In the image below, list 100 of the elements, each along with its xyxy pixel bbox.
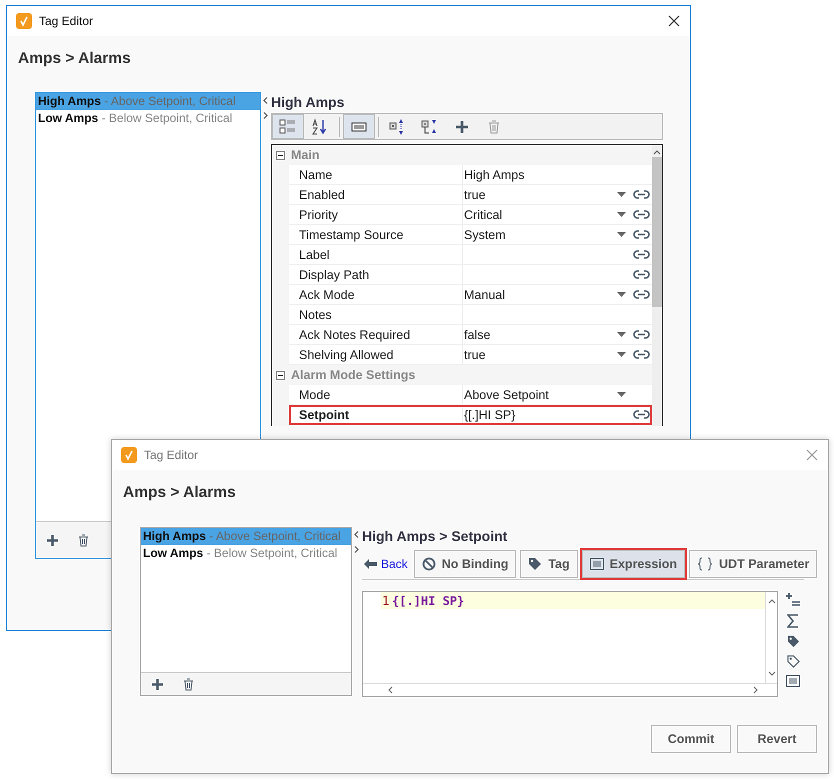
close-icon[interactable] [668,15,680,27]
property-name: Notes [289,305,463,324]
binding-option-button[interactable]: UDT Parameter [689,550,818,578]
collapse-all-icon [421,118,439,136]
binding-option-button[interactable]: Expression [582,550,686,578]
property-name: Ack Notes Required [289,325,463,344]
trash-icon[interactable] [78,534,89,546]
binding-option-button[interactable]: Tag [520,550,578,578]
scrollbar[interactable] [652,145,662,426]
add-line-icon[interactable] [786,593,800,607]
categorized-button[interactable] [272,114,304,139]
scrollbar[interactable] [363,683,777,696]
link-icon[interactable] [632,210,650,219]
categorized-icon [279,118,297,136]
property-name: Shelving Allowed [289,345,463,364]
tag-outline-icon[interactable] [786,655,800,668]
back-arrow-icon[interactable] [364,559,377,569]
property-value: Critical [464,208,502,222]
line-number: 1 [381,593,391,608]
property-row[interactable]: Priority Critical [289,205,652,225]
property-value: Manual [464,288,505,302]
property-row[interactable]: Mode Above Setpoint [289,385,652,405]
link-icon[interactable] [632,410,650,419]
property-value: System [464,228,506,242]
property-name: Ack Mode [289,285,463,304]
commit-button[interactable]: Commit [651,725,731,753]
property-row[interactable]: Ack Mode Manual [289,285,652,305]
scroll-up-icon[interactable] [653,149,661,155]
alarm-list-item[interactable]: Low Amps - Below Setpoint, Critical [36,110,260,127]
revert-button[interactable]: Revert [737,725,817,753]
link-icon[interactable] [632,230,650,239]
alarm-list-item[interactable]: Low Amps - Below Setpoint, Critical [141,545,351,562]
property-name: Name [289,165,463,184]
link-icon[interactable] [632,350,650,359]
property-value: {[.]HI SP} [464,408,516,422]
add-icon[interactable] [46,534,59,546]
group-header: Main [291,148,320,162]
alarm-list-item[interactable]: High Amps - Above Setpoint, Critical [36,93,260,110]
dropdown-arrow-icon[interactable] [617,232,626,237]
add-icon[interactable] [151,678,164,690]
link-icon[interactable] [632,270,650,279]
property-row[interactable]: Ack Notes Required false [289,325,652,345]
link-icon[interactable] [632,250,650,259]
app-icon [121,447,137,463]
dropdown-arrow-icon[interactable] [617,292,626,297]
scrollbar[interactable] [765,592,777,683]
link-icon[interactable] [632,290,650,299]
property-name: Mode [289,385,463,404]
braces-icon [697,557,714,571]
property-value: true [464,188,486,202]
property-row[interactable]: Name High Amps [289,165,652,185]
property-name: Priority [289,205,463,224]
property-row[interactable]: Timestamp Source System [289,225,652,245]
dropdown-arrow-icon[interactable] [617,352,626,357]
scroll-down-icon[interactable] [768,671,776,677]
property-name: Enabled [289,185,463,204]
group-header: Alarm Mode Settings [291,368,416,382]
breadcrumb-heading: Amps > Alarms [18,50,132,68]
list-icon[interactable] [786,675,800,687]
collapse-toggle-icon[interactable] [276,370,285,380]
property-row[interactable]: Label [289,245,652,265]
chevron-left-icon[interactable] [263,97,268,104]
scroll-up-icon[interactable] [768,598,776,604]
dropdown-arrow-icon[interactable] [617,392,626,397]
no-entry-icon [422,557,436,571]
editor-title: High Amps [271,93,346,112]
property-row[interactable]: Display Path [289,265,652,285]
link-icon[interactable] [632,190,650,199]
editor-title: High Amps > Setpoint [362,527,508,546]
code-editor[interactable]: 1 {[.]HI SP} [362,591,778,697]
chevron-left-icon[interactable] [354,531,359,538]
property-name: Setpoint [289,405,463,424]
alarm-list-item[interactable]: High Amps - Above Setpoint, Critical [141,528,351,545]
binding-option-button[interactable]: No Binding [414,550,516,578]
app-icon [16,13,32,29]
code-line: {[.]HI SP} [392,594,464,608]
sum-icon[interactable] [787,614,799,628]
property-name: Label [289,245,463,264]
dropdown-arrow-icon[interactable] [617,332,626,337]
scroll-left-icon[interactable] [387,686,393,694]
property-row[interactable]: Enabled true [289,185,652,205]
trash-icon[interactable] [183,678,194,690]
property-value: false [464,328,490,342]
sort-az-icon [311,118,329,136]
breadcrumb-heading: Amps > Alarms [123,484,237,502]
dropdown-arrow-icon[interactable] [617,192,626,197]
property-row[interactable]: Notes [289,305,652,325]
back-link[interactable]: Back [381,557,408,571]
tag-icon [528,557,542,571]
property-value: High Amps [464,168,524,182]
chevron-right-icon[interactable] [354,546,359,553]
description-button[interactable] [343,114,375,139]
property-row[interactable]: Shelving Allowed true [289,345,652,365]
link-icon[interactable] [632,330,650,339]
scroll-right-icon[interactable] [753,686,759,694]
collapse-toggle-icon[interactable] [276,150,285,160]
dropdown-arrow-icon[interactable] [617,212,626,217]
property-row[interactable]: Setpoint {[.]HI SP} [289,405,652,425]
tag-icon[interactable] [786,635,800,648]
chevron-right-icon[interactable] [263,112,268,119]
